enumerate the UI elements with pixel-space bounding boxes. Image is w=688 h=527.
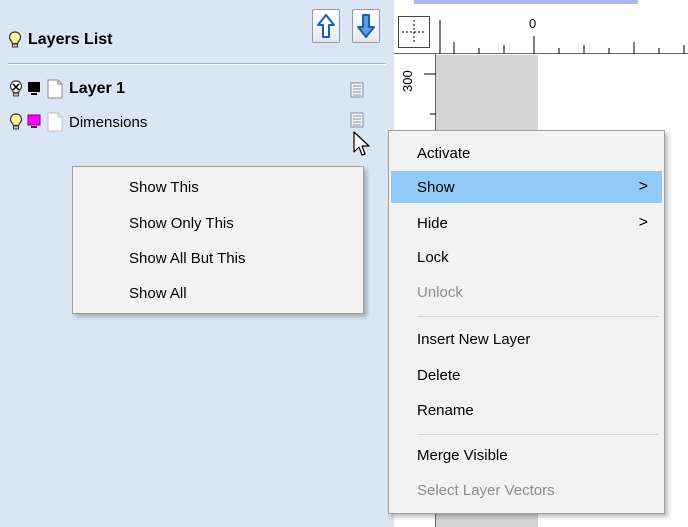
menu-item-select-layer-vectors[interactable]: Select Layer Vectors	[391, 474, 662, 506]
submenu-item-label: Show All	[129, 284, 187, 302]
layer-name: Layer 1	[69, 80, 126, 97]
menu-item-delete[interactable]: Delete	[391, 359, 662, 391]
layer-name: Dimensions	[69, 113, 148, 131]
menu-item-label: Hide	[417, 214, 448, 232]
menu-item-label: Unlock	[417, 283, 463, 301]
lightbulb-off-icon[interactable]	[8, 80, 24, 98]
menu-item-label: Lock	[417, 248, 449, 266]
menu-item-hide[interactable]: Hide >	[391, 207, 662, 239]
menu-item-label: Merge Visible	[417, 446, 508, 464]
menu-item-rename[interactable]: Rename	[391, 394, 662, 426]
menu-separator	[417, 434, 658, 435]
header-divider	[8, 63, 386, 65]
menu-item-unlock[interactable]: Unlock	[391, 276, 662, 308]
show-submenu: Show This Show Only This Show All But Th…	[72, 166, 364, 314]
submenu-item-show-all[interactable]: Show All	[75, 275, 361, 311]
menu-item-show[interactable]: Show >	[391, 171, 662, 203]
menu-item-label: Delete	[417, 366, 461, 384]
layer-color-swatch[interactable]	[27, 81, 41, 97]
submenu-item-label: Show This	[129, 178, 199, 196]
chevron-right-icon: >	[638, 214, 648, 231]
ruler-label-zero: 0	[529, 16, 537, 31]
document-icon	[47, 79, 63, 99]
menu-item-insert-new-layer[interactable]: Insert New Layer	[391, 323, 662, 355]
menu-item-label: Show	[417, 178, 455, 196]
lightbulb-icon[interactable]	[8, 113, 24, 131]
submenu-item-label: Show Only This	[129, 214, 234, 232]
menu-item-activate[interactable]: Activate	[391, 137, 662, 169]
horizontal-ruler[interactable]	[394, 12, 688, 54]
chevron-right-icon: >	[638, 178, 648, 195]
window-accent	[414, 0, 638, 4]
move-layer-down-button[interactable]	[352, 9, 380, 43]
submenu-item-show-this[interactable]: Show This	[75, 169, 361, 205]
layer-color-swatch[interactable]	[27, 114, 41, 130]
layer-context-menu: Activate Show > Hide > Lock Unlock Inser…	[388, 130, 665, 514]
ruler-origin-button[interactable]	[398, 16, 430, 48]
menu-item-label: Activate	[417, 144, 471, 162]
layer-row-layer-1[interactable]: Layer 1	[8, 78, 125, 100]
layers-panel-header: Layers List	[8, 28, 112, 52]
submenu-item-show-only-this[interactable]: Show Only This	[75, 205, 361, 241]
layer-row-dimensions[interactable]: Dimensions	[8, 111, 147, 133]
mouse-cursor-icon	[352, 130, 372, 162]
menu-item-label: Rename	[417, 401, 474, 419]
layer-menu-icon[interactable]	[350, 112, 364, 128]
menu-item-label: Select Layer Vectors	[417, 481, 555, 499]
document-icon	[47, 112, 63, 132]
menu-item-label: Insert New Layer	[417, 330, 531, 348]
arrow-up-icon	[316, 13, 336, 39]
ruler-label-300: 300	[400, 70, 415, 92]
menu-item-merge-visible[interactable]: Merge Visible	[391, 439, 662, 471]
move-layer-up-button[interactable]	[312, 9, 340, 43]
layer-menu-icon[interactable]	[350, 82, 364, 98]
panel-title: Layers List	[28, 31, 113, 48]
lightbulb-icon	[8, 31, 22, 49]
arrow-down-icon	[356, 13, 376, 39]
menu-separator	[417, 316, 658, 317]
menu-item-lock[interactable]: Lock	[391, 241, 662, 273]
submenu-item-show-all-but-this[interactable]: Show All But This	[75, 240, 361, 276]
submenu-item-label: Show All But This	[129, 249, 246, 267]
